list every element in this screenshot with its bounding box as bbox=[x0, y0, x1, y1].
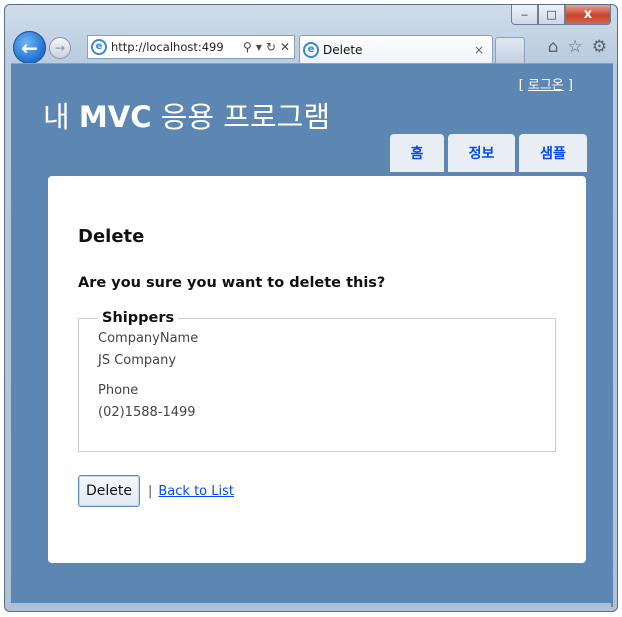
stop-icon[interactable]: ✕ bbox=[280, 40, 290, 54]
address-url[interactable]: http://localhost:499 bbox=[111, 40, 239, 54]
menu-item-home[interactable]: 홈 bbox=[390, 134, 444, 172]
tab-close-icon[interactable]: × bbox=[474, 43, 492, 57]
forward-button[interactable]: → bbox=[49, 37, 71, 59]
form-actions: Delete | Back to List bbox=[78, 475, 234, 507]
page-title: Delete bbox=[78, 226, 145, 247]
site-title-suffix: 응용 프로그램 bbox=[151, 100, 331, 134]
login-display: [ 로그온 ] bbox=[519, 74, 573, 93]
star-icon[interactable]: ☆ bbox=[568, 37, 583, 57]
page-viewport: [ 로그온 ] 내 MVC 응용 프로그램 홈 정보 샘플 Delete Are… bbox=[11, 63, 613, 607]
menu-item-about[interactable]: 정보 bbox=[448, 134, 515, 172]
address-bar[interactable]: e http://localhost:499 ⚲ ▾ ↻ ✕ bbox=[87, 35, 295, 59]
browser-window: ‒ □ x ← → e http://localhost:499 ⚲ ▾ ↻ ✕… bbox=[4, 4, 618, 612]
gear-icon[interactable]: ⚙ bbox=[592, 37, 607, 57]
phone-value: (02)1588-1499 bbox=[98, 405, 196, 420]
company-name-label: CompanyName bbox=[98, 331, 199, 346]
browser-tab-delete[interactable]: e Delete × bbox=[299, 35, 493, 63]
new-tab-button[interactable] bbox=[495, 37, 525, 63]
site-title: 내 MVC 응용 프로그램 bbox=[43, 94, 330, 136]
menu-item-sample[interactable]: 샘플 bbox=[519, 134, 587, 172]
login-link[interactable]: 로그온 bbox=[528, 78, 564, 93]
maximize-button[interactable]: □ bbox=[538, 5, 565, 25]
main-content: Delete Are you sure you want to delete t… bbox=[48, 176, 586, 563]
phone-label: Phone bbox=[98, 383, 139, 398]
company-name-value: JS Company bbox=[98, 353, 177, 368]
minimize-button[interactable]: ‒ bbox=[511, 5, 538, 25]
tab-favicon-icon: e bbox=[303, 41, 319, 58]
back-button[interactable]: ← bbox=[13, 31, 46, 64]
home-icon[interactable]: ⌂ bbox=[548, 37, 559, 57]
site-title-mvc: MVC bbox=[78, 100, 152, 134]
shipper-details: Shippers CompanyName JS Company Phone (0… bbox=[78, 310, 556, 452]
browser-navbar: ← → e http://localhost:499 ⚲ ▾ ↻ ✕ e Del… bbox=[11, 31, 611, 65]
close-window-button[interactable]: x bbox=[565, 5, 611, 25]
site-title-prefix: 내 bbox=[43, 100, 79, 134]
dropdown-icon[interactable]: ▾ bbox=[256, 40, 262, 54]
search-icon[interactable]: ⚲ bbox=[243, 40, 252, 54]
address-tools: ⚲ ▾ ↻ ✕ bbox=[239, 40, 294, 54]
refresh-icon[interactable]: ↻ bbox=[266, 40, 276, 54]
delete-button[interactable]: Delete bbox=[78, 475, 140, 507]
fieldset-legend: Shippers bbox=[102, 310, 175, 326]
arrow-right-icon: → bbox=[54, 41, 66, 55]
back-to-list-link[interactable]: Back to List bbox=[158, 484, 234, 499]
tab-title: Delete bbox=[323, 42, 363, 57]
main-menu: 홈 정보 샘플 bbox=[390, 134, 587, 172]
window-caption-buttons: ‒ □ x bbox=[511, 5, 611, 27]
window-bottom-frame bbox=[11, 603, 611, 607]
delete-confirmation-text: Are you sure you want to delete this? bbox=[78, 275, 386, 291]
login-bracket-open: [ bbox=[518, 78, 528, 93]
arrow-left-icon: ← bbox=[21, 35, 38, 60]
login-bracket-close: ] bbox=[563, 78, 573, 93]
browser-toolbar-icons: ⌂ ☆ ⚙ bbox=[548, 37, 607, 57]
ie-logo-icon: e bbox=[91, 39, 107, 55]
action-separator: | bbox=[148, 483, 153, 499]
